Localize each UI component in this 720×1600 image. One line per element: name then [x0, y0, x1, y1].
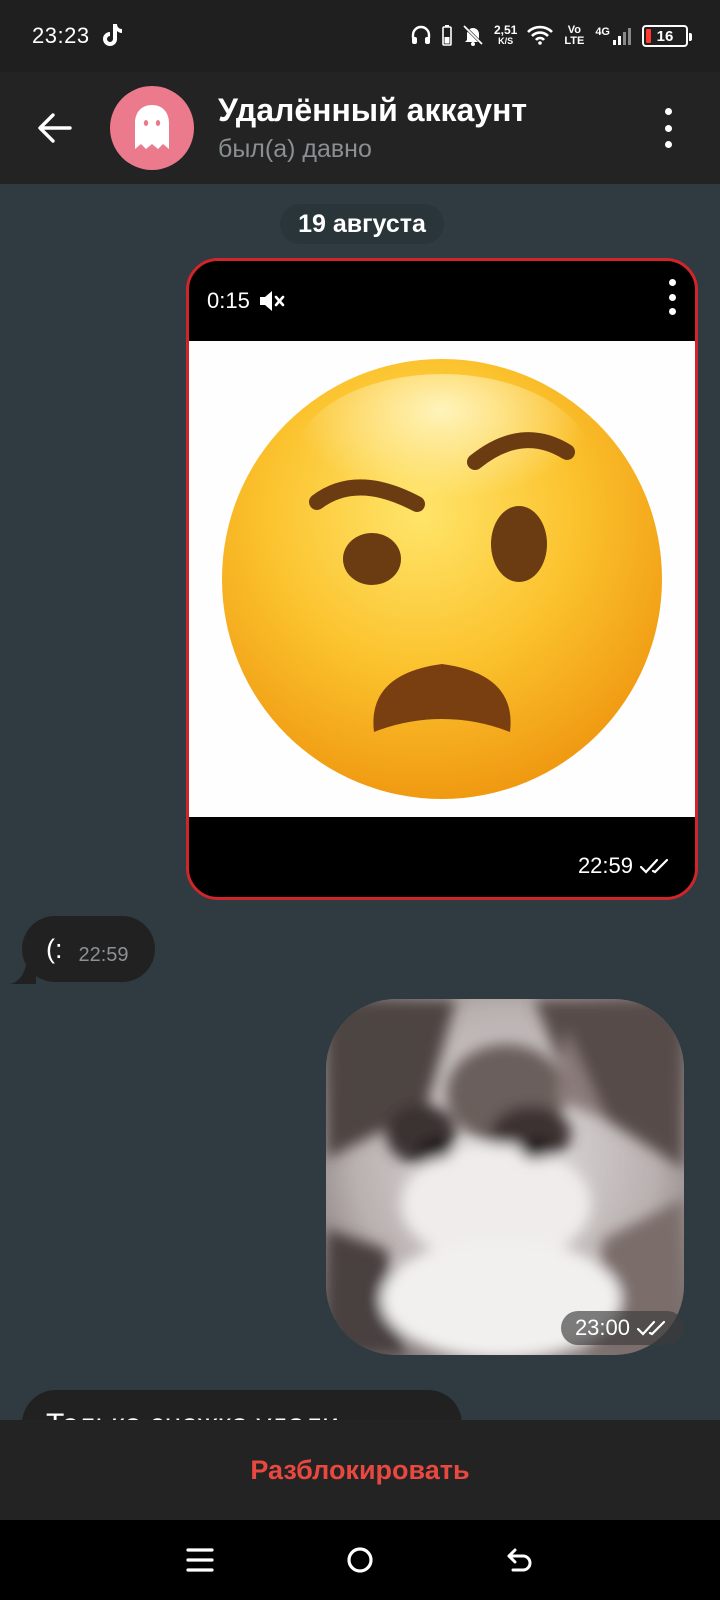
signal-icon: 4G [595, 26, 632, 46]
wifi-icon [527, 25, 554, 48]
network-type: 4G [595, 26, 610, 38]
more-vertical-icon-dot [664, 141, 672, 148]
sticker-message[interactable] [326, 999, 684, 1355]
header-text[interactable]: Удалённый аккаунт был(а) давно [218, 92, 527, 164]
message-time: 22:59 [78, 943, 129, 966]
double-check-icon [639, 858, 669, 874]
video-message[interactable]: 0:15 22:59 [186, 258, 698, 900]
status-bar: 23:23 2,51 K/S Vo LTE 4G 16 [0, 0, 720, 72]
status-right: 2,51 K/S Vo LTE 4G 16 [410, 23, 692, 49]
net-speed-value: 2,51 [493, 23, 518, 37]
more-options-button[interactable] [656, 108, 680, 148]
chat-area[interactable]: 19 августа 0:15 22:59 (: 22:59 23:00 [0, 184, 720, 1420]
incoming-message-partial[interactable]: Только снежка удали [22, 1390, 462, 1420]
ghost-icon [135, 105, 169, 149]
battery-level-icon [442, 24, 452, 49]
message-meta: 22:59 [578, 853, 673, 879]
more-vertical-icon-dot [664, 108, 672, 115]
message-text: (: [46, 933, 63, 964]
home-circle-icon [347, 1547, 373, 1573]
volte-label: Vo LTE [564, 24, 585, 47]
video-menu-button[interactable] [667, 279, 677, 315]
back-icon [507, 1548, 532, 1572]
headphones-icon [410, 24, 432, 49]
message-time: 23:00 [574, 1315, 630, 1340]
net-speed-unit: K/S [498, 36, 514, 46]
chat-header: Удалённый аккаунт был(а) давно [0, 72, 720, 184]
menu-icon [186, 1548, 214, 1572]
volte-indicator: Vo LTE [563, 25, 585, 47]
video-frame[interactable] [189, 341, 695, 817]
recent-apps-button[interactable] [170, 1530, 230, 1590]
chat-title: Удалённый аккаунт [218, 92, 528, 128]
bottom-action-bar: Разблокировать [0, 1420, 720, 1520]
arrow-left-icon [38, 113, 72, 143]
message-text: Только снежка удали [46, 1408, 339, 1420]
battery-indicator: 16 [642, 25, 692, 47]
tiktok-icon [100, 22, 122, 51]
muted-speaker-icon[interactable] [258, 289, 286, 313]
system-nav-bar [0, 1520, 720, 1600]
home-button[interactable] [330, 1530, 390, 1590]
battery-percent: 16 [656, 27, 674, 45]
more-vertical-icon-dot [668, 308, 676, 315]
system-back-button[interactable] [490, 1530, 550, 1590]
chat-subtitle: был(а) давно [218, 135, 372, 163]
more-vertical-icon-dot [668, 279, 676, 286]
net-speed: 2,51 K/S [493, 23, 518, 47]
double-check-icon [636, 1320, 666, 1336]
bell-off-icon [462, 24, 484, 49]
back-button[interactable] [0, 72, 110, 184]
video-duration: 0:15 [207, 288, 250, 313]
date-chip: 19 августа [280, 204, 444, 244]
sticker-meta: 23:00 [560, 1311, 684, 1345]
status-time: 23:23 [32, 23, 90, 48]
avatar[interactable] [110, 86, 194, 170]
status-left: 23:23 [32, 22, 122, 51]
unblock-button[interactable]: Разблокировать [250, 1455, 469, 1486]
video-top-bar: 0:15 [189, 261, 695, 341]
more-vertical-icon-dot [668, 293, 676, 301]
message-time: 22:59 [577, 853, 633, 878]
sad-cat-sticker-image [326, 999, 684, 1355]
raised-eyebrow-emoji-image [222, 359, 662, 799]
more-vertical-icon-dot [664, 124, 672, 132]
incoming-message[interactable]: (: 22:59 [22, 916, 155, 982]
battery-fill [646, 29, 651, 43]
